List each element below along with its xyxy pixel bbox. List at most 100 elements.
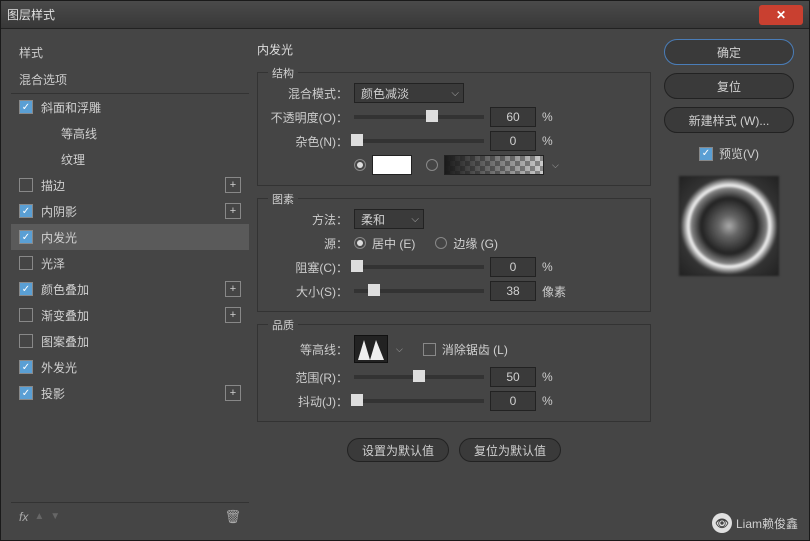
quality-group-label: 品质: [268, 317, 298, 333]
range-unit: %: [542, 370, 553, 384]
blend-options-header[interactable]: 混合选项: [11, 66, 249, 94]
style-checkbox[interactable]: [19, 386, 33, 400]
size-label: 大小(S)：: [268, 283, 348, 300]
style-checkbox[interactable]: [19, 230, 33, 244]
trash-icon[interactable]: 🗑: [224, 509, 241, 525]
style-list: 斜面和浮雕等高线纹理描边+内阴影+内发光光泽颜色叠加+渐变叠加+图案叠加外发光投…: [11, 94, 249, 502]
technique-label: 方法：: [268, 211, 348, 228]
style-checkbox[interactable]: [19, 282, 33, 296]
style-item-1[interactable]: 等高线: [11, 120, 249, 146]
section-title: 内发光: [257, 39, 651, 60]
weibo-icon: 👁: [712, 513, 732, 533]
fx-label[interactable]: fx: [19, 510, 28, 524]
range-input[interactable]: 50: [490, 367, 536, 387]
ok-button[interactable]: 确定: [664, 39, 794, 65]
style-label: 外发光: [41, 359, 241, 376]
arrow-down-icon[interactable]: ▼: [50, 511, 60, 522]
style-label: 图案叠加: [41, 333, 241, 350]
style-label: 投影: [41, 385, 225, 402]
contour-label: 等高线：: [268, 341, 348, 358]
contour-dropdown-icon[interactable]: ⌵: [396, 344, 403, 355]
blend-mode-dropdown[interactable]: 颜色减淡: [354, 83, 464, 103]
size-input[interactable]: 38: [490, 281, 536, 301]
style-label: 内发光: [41, 229, 241, 246]
elements-group-label: 图素: [268, 191, 298, 207]
jitter-input[interactable]: 0: [490, 391, 536, 411]
antialias-label: 消除锯齿 (L): [442, 341, 508, 358]
range-slider[interactable]: [354, 375, 484, 379]
style-item-0[interactable]: 斜面和浮雕: [11, 94, 249, 120]
opacity-input[interactable]: 60: [490, 107, 536, 127]
settings-panel: 内发光 结构 混合模式： 颜色减淡 不透明度(O)： 60 % 杂色(N)： 0: [257, 39, 651, 530]
noise-unit: %: [542, 134, 553, 148]
plus-icon[interactable]: +: [225, 281, 241, 297]
source-center-label: 居中 (E): [372, 235, 415, 252]
source-center-radio[interactable]: [354, 237, 366, 249]
style-item-3[interactable]: 描边+: [11, 172, 249, 198]
style-label: 内阴影: [41, 203, 225, 220]
arrow-up-icon[interactable]: ▲: [34, 511, 44, 522]
plus-icon[interactable]: +: [225, 307, 241, 323]
styles-footer: fx ▲ ▼ 🗑: [11, 502, 249, 530]
color-radio[interactable]: [354, 159, 366, 171]
styles-panel: 样式 混合选项 斜面和浮雕等高线纹理描边+内阴影+内发光光泽颜色叠加+渐变叠加+…: [11, 39, 249, 530]
blend-mode-label: 混合模式：: [268, 85, 348, 102]
style-checkbox[interactable]: [39, 152, 53, 166]
style-checkbox[interactable]: [19, 178, 33, 192]
style-item-4[interactable]: 内阴影+: [11, 198, 249, 224]
style-label: 纹理: [61, 151, 241, 168]
style-checkbox[interactable]: [19, 308, 33, 322]
style-label: 光泽: [41, 255, 241, 272]
preview-checkbox[interactable]: [699, 147, 713, 161]
noise-input[interactable]: 0: [490, 131, 536, 151]
style-item-9[interactable]: 图案叠加: [11, 328, 249, 354]
jitter-slider[interactable]: [354, 399, 484, 403]
style-checkbox[interactable]: [39, 126, 53, 140]
size-unit: 像素: [542, 283, 566, 300]
style-checkbox[interactable]: [19, 360, 33, 374]
plus-icon[interactable]: +: [225, 177, 241, 193]
antialias-checkbox[interactable]: [423, 343, 436, 356]
reset-default-button[interactable]: 复位为默认值: [459, 438, 561, 462]
choke-input[interactable]: 0: [490, 257, 536, 277]
style-item-6[interactable]: 光泽: [11, 250, 249, 276]
new-style-button[interactable]: 新建样式 (W)...: [664, 107, 794, 133]
plus-icon[interactable]: +: [225, 203, 241, 219]
gradient-swatch[interactable]: [444, 155, 544, 175]
style-item-5[interactable]: 内发光: [11, 224, 249, 250]
preview-label: 预览(V): [719, 145, 759, 162]
opacity-label: 不透明度(O)：: [268, 109, 348, 126]
gradient-radio[interactable]: [426, 159, 438, 171]
cancel-button[interactable]: 复位: [664, 73, 794, 99]
style-label: 斜面和浮雕: [41, 99, 241, 116]
style-checkbox[interactable]: [19, 334, 33, 348]
watermark: 👁 Liam赖俊鑫: [712, 513, 798, 533]
color-swatch[interactable]: [372, 155, 412, 175]
contour-picker[interactable]: [354, 335, 388, 363]
style-item-11[interactable]: 投影+: [11, 380, 249, 406]
style-item-8[interactable]: 渐变叠加+: [11, 302, 249, 328]
make-default-button[interactable]: 设置为默认值: [347, 438, 449, 462]
close-button[interactable]: ✕: [759, 5, 803, 25]
technique-dropdown[interactable]: 柔和: [354, 209, 424, 229]
noise-label: 杂色(N)：: [268, 133, 348, 150]
style-checkbox[interactable]: [19, 204, 33, 218]
choke-unit: %: [542, 260, 553, 274]
styles-header[interactable]: 样式: [11, 39, 249, 66]
style-item-7[interactable]: 颜色叠加+: [11, 276, 249, 302]
noise-slider[interactable]: [354, 139, 484, 143]
source-edge-radio[interactable]: [435, 237, 447, 249]
plus-icon[interactable]: +: [225, 385, 241, 401]
style-label: 颜色叠加: [41, 281, 225, 298]
structure-group: 结构 混合模式： 颜色减淡 不透明度(O)： 60 % 杂色(N)： 0 %: [257, 72, 651, 186]
source-label: 源：: [268, 235, 348, 252]
size-slider[interactable]: [354, 289, 484, 293]
style-checkbox[interactable]: [19, 256, 33, 270]
style-item-10[interactable]: 外发光: [11, 354, 249, 380]
style-checkbox[interactable]: [19, 100, 33, 114]
opacity-slider[interactable]: [354, 115, 484, 119]
choke-slider[interactable]: [354, 265, 484, 269]
window-title: 图层样式: [7, 6, 759, 23]
gradient-dropdown-icon[interactable]: ⌵: [552, 160, 559, 171]
style-item-2[interactable]: 纹理: [11, 146, 249, 172]
